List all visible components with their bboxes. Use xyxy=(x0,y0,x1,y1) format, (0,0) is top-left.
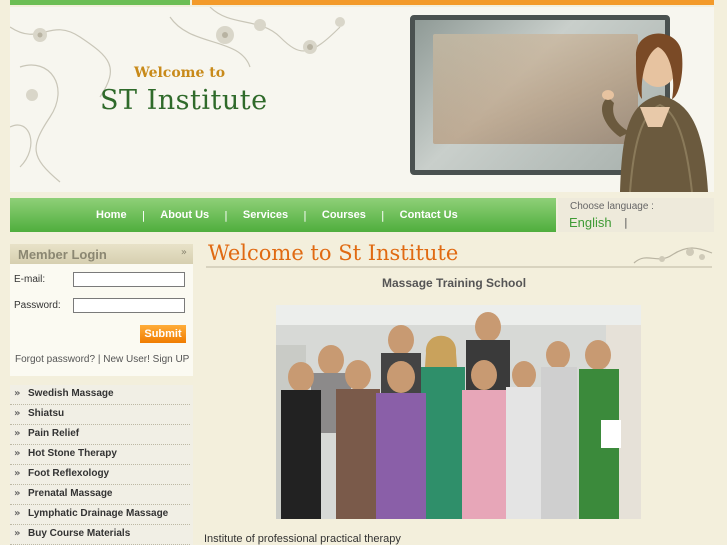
login-link-separator: | xyxy=(97,354,101,365)
menu-item-label: Swedish Massage xyxy=(28,388,114,399)
language-selector: Choose language : English | xyxy=(558,198,714,232)
menu-item-prenatal-massage[interactable]: » Prenatal Massage xyxy=(10,485,190,505)
language-separator: | xyxy=(624,216,628,229)
menu-item-label: Shiatsu xyxy=(28,408,65,419)
top-accent-bar-orange xyxy=(192,0,714,5)
password-label: Password: xyxy=(14,300,61,311)
menu-item-hot-stone-therapy[interactable]: » Hot Stone Therapy xyxy=(10,445,190,465)
login-title: Member Login xyxy=(18,247,107,262)
double-chevron-right-icon: » xyxy=(14,468,21,479)
menu-item-label: Hot Stone Therapy xyxy=(28,448,117,459)
forgot-password-link[interactable]: Forgot password? xyxy=(15,354,95,365)
page: Welcome to ST Institute Home | About Us … xyxy=(0,0,727,545)
nav-home[interactable]: Home xyxy=(96,209,127,221)
nav-contact-us[interactable]: Contact Us xyxy=(400,209,458,221)
login-links: Forgot password? | New User! Sign UP xyxy=(15,354,189,365)
member-login-panel: Member Login » E-mail: Password: Submit … xyxy=(10,244,193,376)
page-title: Welcome to St Institute xyxy=(208,241,459,265)
menu-item-label: Foot Reflexology xyxy=(28,468,110,479)
menu-item-buy-course-materials[interactable]: » Buy Course Materials xyxy=(10,525,190,545)
double-chevron-right-icon: » xyxy=(14,428,21,439)
login-header: Member Login » xyxy=(10,244,193,264)
page-caption: Institute of professional practical ther… xyxy=(204,533,401,545)
menu-item-foot-reflexology[interactable]: » Foot Reflexology xyxy=(10,465,190,485)
presenter-image xyxy=(601,33,708,192)
services-menu: » Swedish Massage » Shiatsu » Pain Relie… xyxy=(10,385,193,545)
nav-separator: | xyxy=(303,208,307,222)
double-chevron-right-icon: » xyxy=(14,508,21,519)
floral-ornament xyxy=(633,247,713,264)
double-chevron-right-icon: » xyxy=(14,388,21,399)
nav-about-us[interactable]: About Us xyxy=(160,209,209,221)
language-label: Choose language : xyxy=(570,201,654,212)
sign-up-link[interactable]: New User! Sign UP xyxy=(103,354,189,365)
menu-item-label: Pain Relief xyxy=(28,428,80,439)
nav-courses[interactable]: Courses xyxy=(322,209,366,221)
email-label: E-mail: xyxy=(14,274,46,285)
page-subtitle: Massage Training School xyxy=(382,276,527,290)
nav-separator: | xyxy=(224,208,228,222)
header-banner: Welcome to ST Institute xyxy=(10,7,714,192)
double-chevron-right-icon: » xyxy=(14,528,21,539)
menu-item-label: Buy Course Materials xyxy=(28,528,131,539)
language-option-english[interactable]: English xyxy=(569,215,612,230)
menu-item-label: Prenatal Massage xyxy=(28,488,113,499)
banner-welcome-to: Welcome to xyxy=(134,65,226,81)
email-field[interactable] xyxy=(73,272,185,287)
nav-separator: | xyxy=(141,208,146,222)
submit-button[interactable]: Submit xyxy=(140,325,186,343)
nav-separator: | xyxy=(380,208,385,222)
double-chevron-right-icon: » xyxy=(14,408,21,419)
group-photo xyxy=(276,305,641,519)
double-chevron-right-icon: » xyxy=(14,488,21,499)
double-chevron-right-icon: » xyxy=(14,448,21,459)
menu-item-lymphatic-drainage-massage[interactable]: » Lymphatic Drainage Massage xyxy=(10,505,190,525)
menu-item-shiatsu[interactable]: » Shiatsu xyxy=(10,405,190,425)
nav-services[interactable]: Services xyxy=(243,209,288,221)
menu-item-swedish-massage[interactable]: » Swedish Massage xyxy=(10,385,190,405)
menu-item-pain-relief[interactable]: » Pain Relief xyxy=(10,425,190,445)
main-nav: Home | About Us | Services | Courses | C… xyxy=(10,198,556,232)
top-accent-bar-green xyxy=(10,0,190,5)
banner-title: ST Institute xyxy=(100,85,268,116)
menu-item-label: Lymphatic Drainage Massage xyxy=(28,508,169,519)
double-chevron-down-icon[interactable]: » xyxy=(181,247,187,258)
password-field[interactable] xyxy=(73,298,185,313)
